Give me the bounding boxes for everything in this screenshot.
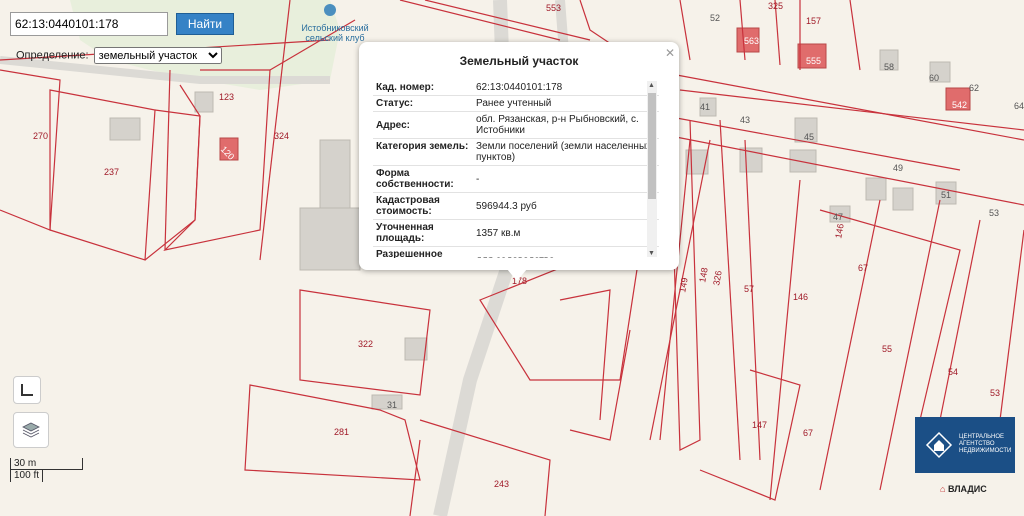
parcel-label: 243 xyxy=(494,479,510,489)
parcel-info-popup: ✕ Земельный участок Кад. номер: 62:13:044… xyxy=(359,42,679,281)
row-value: обл. Рязанская, р-н Рыбновский, с. Истоб… xyxy=(476,114,639,136)
house-logo-icon xyxy=(925,431,953,459)
parcel-label: 53 xyxy=(989,208,1000,218)
search-input[interactable] xyxy=(10,12,168,36)
parcel-label: 57 xyxy=(744,284,755,294)
search-button[interactable]: Найти xyxy=(176,13,234,35)
layers-button[interactable] xyxy=(13,412,49,448)
parcel-label: 325 xyxy=(768,1,784,11)
scroll-down-icon[interactable]: ▼ xyxy=(648,250,655,257)
parcel-label: 157 xyxy=(806,16,822,26)
row-key: Категория земель: xyxy=(376,141,469,152)
scale-metric: 30 m xyxy=(10,458,83,470)
popup-title: Земельный участок xyxy=(459,54,579,68)
parcel-label: 67 xyxy=(858,263,869,273)
parcel-label: 41 xyxy=(700,102,711,112)
parcel-label: 324 xyxy=(274,131,290,141)
scale-imperial: 100 ft xyxy=(10,470,43,482)
house-number: 555 xyxy=(806,56,822,66)
row-key: Кад. номер: xyxy=(376,82,435,93)
row-value: 62:13:0440101:178 xyxy=(476,82,563,93)
parcel-label: 45 xyxy=(804,132,815,142)
scroll-up-icon[interactable]: ▲ xyxy=(648,82,655,89)
parcel-label: 31 xyxy=(387,400,398,410)
row-key: Уточненная площадь: xyxy=(376,222,434,244)
table-row: Категория земель: Земли поселений (земли … xyxy=(373,139,659,166)
table-row: Кадастровая стоимость: 596944.3 руб xyxy=(373,193,659,220)
parcel-label: 55 xyxy=(882,344,893,354)
ruler-icon xyxy=(21,384,33,396)
table-row: Адрес: обл. Рязанская, р-н Рыбновский, с.… xyxy=(373,112,659,139)
table-row: Форма собственности: - xyxy=(373,166,659,193)
row-key: Кадастровая стоимость: xyxy=(376,195,440,217)
parcel-label: 553 xyxy=(546,3,562,13)
definition-label: Определение: xyxy=(16,49,89,62)
parcel-label: 281 xyxy=(334,427,350,437)
poi-label: Истобниковский сельский клуб xyxy=(301,23,369,43)
parcel-label: 67 xyxy=(803,428,814,438)
row-value: 596944.3 руб xyxy=(476,201,537,212)
poi-icon[interactable] xyxy=(324,4,336,16)
row-value: Земли поселений (земли населенных пункто… xyxy=(476,141,652,163)
table-row: Статус: Ранее учтенный xyxy=(373,96,659,112)
brand-name: ВЛАДИС xyxy=(947,484,987,494)
row-value: 1357 кв.м xyxy=(476,228,521,239)
house-number: 563 xyxy=(744,36,760,46)
search-bar: Найти xyxy=(10,12,234,38)
table-row: Кад. номер: 62:13:0440101:178 xyxy=(373,80,659,96)
definition-row: Определение: земельный участок xyxy=(16,47,222,64)
table-row: Разрешенное для садоводства xyxy=(373,247,659,258)
parcel-label: 146 xyxy=(793,292,809,302)
layers-icon xyxy=(22,422,40,438)
parcel-label: 47 xyxy=(833,212,844,222)
brand-label: ⌂ ВЛАДИС xyxy=(940,484,987,494)
brand-icon: ⌂ xyxy=(940,484,946,494)
row-value: - xyxy=(476,174,480,185)
row-key: Статус: xyxy=(376,98,414,109)
logo-text: ЦЕНТРАЛЬНОЕ АГЕНТСТВО НЕДВИЖИМОСТИ xyxy=(959,434,1012,454)
parcel-label: 64 xyxy=(1014,101,1024,111)
scroll-thumb[interactable] xyxy=(648,93,656,199)
parcel-label: 51 xyxy=(941,190,952,200)
parcel-label: 58 xyxy=(884,62,895,72)
parcel-label: 60 xyxy=(929,73,940,83)
parcel-label: 53 xyxy=(990,388,1001,398)
parcel-label: 270 xyxy=(33,131,49,141)
row-value: для садоводства xyxy=(476,249,659,258)
measure-button[interactable] xyxy=(13,376,41,404)
row-key: Форма собственности: xyxy=(376,168,454,190)
parcel-label: 54 xyxy=(948,367,959,377)
popup-scrollbar[interactable]: ▲ ▼ xyxy=(647,81,657,257)
parcel-label: 123 xyxy=(219,92,235,102)
parcel-label: 43 xyxy=(740,115,751,125)
popup-pointer xyxy=(507,269,527,281)
parcel-label: 322 xyxy=(358,339,374,349)
agency-logo: ЦЕНТРАЛЬНОЕ АГЕНТСТВО НЕДВИЖИМОСТИ xyxy=(915,417,1015,473)
parcel-label: 52 xyxy=(710,13,721,23)
row-key: Разрешенное xyxy=(376,249,443,258)
row-key: Адрес: xyxy=(376,120,410,131)
parcel-label: 237 xyxy=(104,167,120,177)
parcel-label: 62 xyxy=(969,83,980,93)
table-row: Уточненная площадь: 1357 кв.м xyxy=(373,220,659,247)
parcel-label: 49 xyxy=(893,163,904,173)
house-number: 542 xyxy=(952,100,968,110)
row-value: Ранее учтенный xyxy=(476,98,552,109)
parcel-label: 147 xyxy=(752,420,768,430)
popup-table: Кад. номер: 62:13:0440101:178 Статус: Ране… xyxy=(373,80,659,258)
definition-select[interactable]: земельный участок xyxy=(93,47,222,64)
